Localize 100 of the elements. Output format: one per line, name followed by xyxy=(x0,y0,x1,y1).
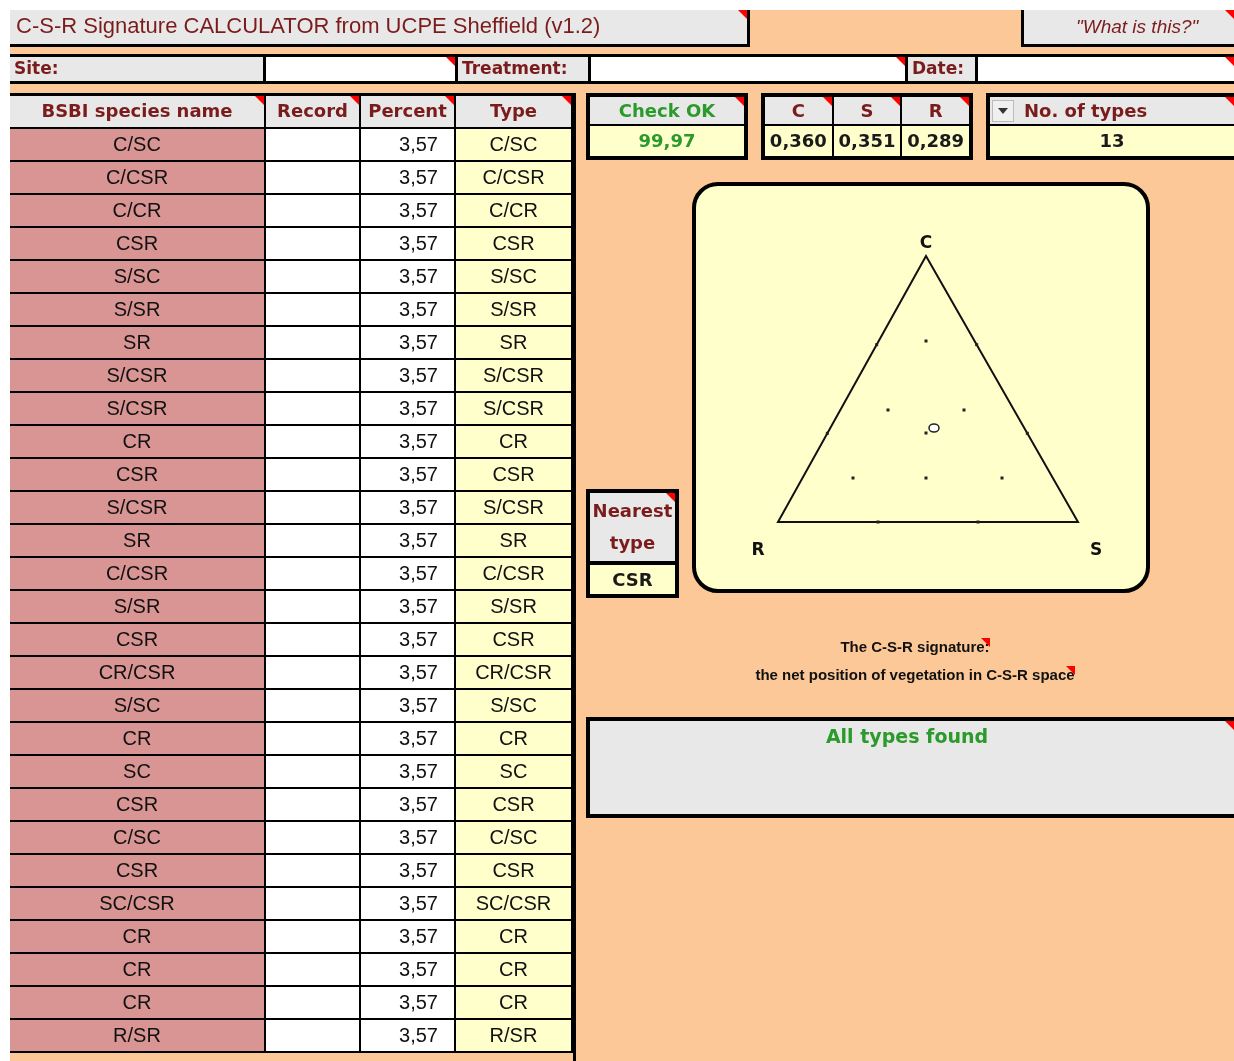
table-cell: S/CSR xyxy=(10,393,266,426)
input-cell[interactable] xyxy=(266,129,361,162)
column-header: BSBI species name xyxy=(10,96,266,129)
types-label: No. of types xyxy=(1024,100,1148,121)
help-button[interactable]: "What is this?" xyxy=(1021,10,1234,47)
table-cell: SR xyxy=(10,525,266,558)
table-cell: C/SC xyxy=(456,822,573,855)
caret-icon xyxy=(998,107,1008,114)
input-field[interactable] xyxy=(266,57,455,81)
table-cell: CR xyxy=(10,987,266,1020)
table-cell: 3,57 xyxy=(361,789,456,822)
table-cell: CR xyxy=(456,426,573,459)
input-cell[interactable] xyxy=(266,888,361,921)
table-cell: CSR xyxy=(10,789,266,822)
input-cell[interactable] xyxy=(266,228,361,261)
table-cell: 3,57 xyxy=(361,888,456,921)
strategy-value: 0,289 xyxy=(902,126,969,156)
input-field[interactable] xyxy=(978,57,1234,81)
table-cell: CR xyxy=(10,426,266,459)
input-cell[interactable] xyxy=(266,327,361,360)
table-cell: S/CSR xyxy=(456,492,573,525)
input-cell[interactable] xyxy=(266,426,361,459)
table-cell: SC xyxy=(10,756,266,789)
strategy-value: 0,360 xyxy=(765,126,832,156)
input-cell[interactable] xyxy=(266,459,361,492)
table-cell: S/SR xyxy=(456,591,573,624)
table-cell: 3,57 xyxy=(361,558,456,591)
table-cell: CR xyxy=(10,723,266,756)
input-cell[interactable] xyxy=(266,525,361,558)
input-cell[interactable] xyxy=(266,162,361,195)
table-cell: 3,57 xyxy=(361,591,456,624)
input-field[interactable] xyxy=(591,57,905,81)
vertex-label: S xyxy=(1089,539,1103,559)
table-cell: R/SR xyxy=(456,1020,573,1053)
vertex-label: C xyxy=(919,232,933,252)
table-cell: CSR xyxy=(456,789,573,822)
strategy-value: 0,351 xyxy=(833,126,901,156)
table-cell: CR xyxy=(456,987,573,1020)
strategy-header: R xyxy=(902,97,969,124)
input-cell[interactable] xyxy=(266,492,361,525)
table-cell: 3,57 xyxy=(361,393,456,426)
table-cell: C/CSR xyxy=(10,558,266,591)
input-cell[interactable] xyxy=(266,954,361,987)
table-cell: CR xyxy=(456,921,573,954)
table-cell: CSR xyxy=(10,228,266,261)
caption-text: The C-S-R signature: xyxy=(840,638,990,655)
table-cell: C/SC xyxy=(456,129,573,162)
table-cell: S/SR xyxy=(10,294,266,327)
table-cell: CSR xyxy=(10,624,266,657)
input-cell[interactable] xyxy=(266,855,361,888)
column-header: Record xyxy=(266,96,361,129)
table-cell: CSR xyxy=(456,624,573,657)
table-cell: CR xyxy=(10,954,266,987)
table-cell: CSR xyxy=(10,459,266,492)
input-cell[interactable] xyxy=(266,591,361,624)
table-cell: 3,57 xyxy=(361,756,456,789)
input-cell[interactable] xyxy=(266,360,361,393)
dropdown-button[interactable] xyxy=(992,99,1014,122)
input-cell[interactable] xyxy=(266,756,361,789)
table-cell: S/CSR xyxy=(456,393,573,426)
input-cell[interactable] xyxy=(266,294,361,327)
caption-text: the net position of vegetation in C-S-R space xyxy=(755,666,1075,683)
input-cell[interactable] xyxy=(266,624,361,657)
table-cell: 3,57 xyxy=(361,129,456,162)
table-cell: S/SR xyxy=(10,591,266,624)
input-cell[interactable] xyxy=(266,195,361,228)
column-header: Percent xyxy=(361,96,456,129)
input-cell[interactable] xyxy=(266,789,361,822)
table-cell: SR xyxy=(10,327,266,360)
table-cell: 3,57 xyxy=(361,492,456,525)
table-cell: S/SC xyxy=(456,261,573,294)
nearest-type-label: Nearest type xyxy=(590,493,675,561)
input-cell[interactable] xyxy=(266,261,361,294)
input-cell[interactable] xyxy=(266,558,361,591)
input-cell[interactable] xyxy=(266,921,361,954)
table-cell: 3,57 xyxy=(361,657,456,690)
table-cell: 3,57 xyxy=(361,195,456,228)
input-cell[interactable] xyxy=(266,393,361,426)
table-cell: 3,57 xyxy=(361,459,456,492)
vertex-label: R xyxy=(751,539,765,559)
table-cell: C/CSR xyxy=(456,162,573,195)
table-cell: 3,57 xyxy=(361,162,456,195)
sheet-title: C-S-R Signature CALCULATOR from UCPE Sheffield (v1.2) xyxy=(10,10,750,47)
table-cell: 3,57 xyxy=(361,228,456,261)
input-cell[interactable] xyxy=(266,723,361,756)
check-value: 99,97 xyxy=(590,126,744,156)
table-cell: S/SR xyxy=(456,294,573,327)
table-cell: CSR xyxy=(456,228,573,261)
input-cell[interactable] xyxy=(266,1020,361,1053)
table-cell: 3,57 xyxy=(361,855,456,888)
input-cell[interactable] xyxy=(266,690,361,723)
table-cell: 3,57 xyxy=(361,822,456,855)
check-label: Check OK xyxy=(590,97,744,124)
input-cell[interactable] xyxy=(266,987,361,1020)
table-cell: CR/CSR xyxy=(10,657,266,690)
input-cell[interactable] xyxy=(266,822,361,855)
table-cell: 3,57 xyxy=(361,1020,456,1053)
input-cell[interactable] xyxy=(266,657,361,690)
table-cell: 3,57 xyxy=(361,261,456,294)
field-label: Treatment: xyxy=(458,57,588,81)
